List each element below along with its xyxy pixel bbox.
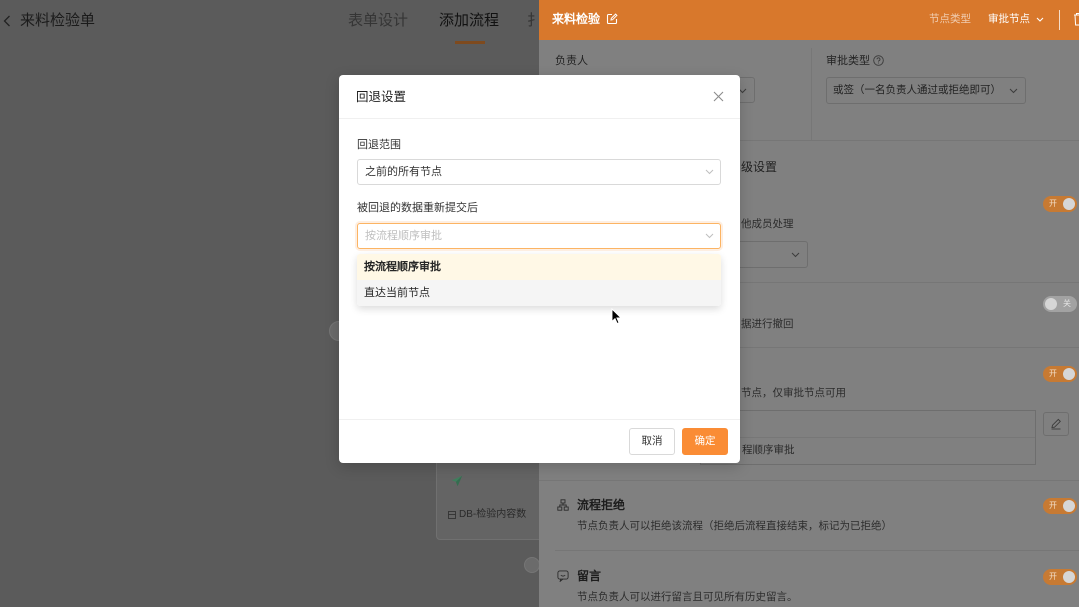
approval-type-label: 审批类型 bbox=[826, 55, 870, 67]
toggle-label: 开 bbox=[1049, 501, 1057, 510]
chevron-down-icon bbox=[791, 252, 800, 258]
resubmit-dropdown: 按流程顺序审批 直达当前节点 bbox=[357, 254, 721, 306]
rollback-range-select[interactable]: 之前的所有节点 bbox=[357, 159, 721, 185]
option-label: 直达当前节点 bbox=[364, 287, 430, 299]
rollback-edit-button[interactable] bbox=[1043, 412, 1069, 436]
setting-toggle-1[interactable]: 关 bbox=[1043, 296, 1077, 312]
comment-title: 留言 bbox=[577, 569, 602, 583]
column-divider bbox=[811, 48, 812, 140]
edit-icon[interactable] bbox=[606, 13, 618, 25]
rollback-range-value: 之前的所有节点 bbox=[365, 166, 442, 178]
chevron-down-icon bbox=[1009, 88, 1018, 94]
chevron-down-icon[interactable] bbox=[1036, 17, 1044, 22]
message-icon bbox=[557, 570, 569, 582]
rollback-summary-value: 程顺序审批 bbox=[742, 444, 795, 456]
row-divider bbox=[539, 480, 1079, 481]
confirm-button[interactable]: 确定 bbox=[682, 428, 728, 455]
summary-row-divider bbox=[701, 437, 1035, 438]
chevron-left-icon[interactable] bbox=[3, 15, 11, 27]
drawer-header: 来料检验 节点类型 审批节点 bbox=[539, 0, 1079, 40]
chevron-down-icon bbox=[705, 169, 714, 175]
toggle-knob bbox=[1063, 368, 1075, 380]
option-sequential-approval[interactable]: 按流程顺序审批 bbox=[357, 254, 721, 280]
chevron-down-icon bbox=[705, 233, 714, 239]
comment-desc: 节点负责人可以进行留言且可见所有历史留言。 bbox=[577, 591, 798, 603]
process-reject-toggle[interactable]: 开 bbox=[1043, 498, 1077, 514]
send-icon bbox=[451, 475, 463, 487]
rollback-range-label: 回退范围 bbox=[357, 139, 401, 151]
owner-label: 负责人 bbox=[555, 55, 588, 67]
advanced-settings-title: 级设置 bbox=[741, 160, 778, 174]
branch-icon bbox=[557, 499, 569, 511]
close-icon[interactable] bbox=[713, 91, 724, 102]
approval-type-value: 或签（一名负责人通过或拒绝即可） bbox=[833, 84, 1001, 96]
setting-desc-0: 他成员处理 bbox=[741, 218, 794, 230]
rollback-settings-modal: 回退设置 回退范围 之前的所有节点 被回退的数据重新提交后 按流程顺序审批 按流… bbox=[339, 75, 740, 463]
resubmit-label: 被回退的数据重新提交后 bbox=[357, 202, 478, 214]
row-divider bbox=[555, 550, 1079, 551]
process-reject-desc: 节点负责人可以拒绝该流程（拒绝后流程直接结束，标记为已拒绝） bbox=[577, 520, 892, 532]
option-label: 按流程顺序审批 bbox=[364, 261, 441, 273]
active-tab-indicator bbox=[455, 41, 485, 44]
header-divider bbox=[1059, 10, 1060, 30]
tab-form-design[interactable]: 表单设计 bbox=[348, 12, 408, 30]
node-type-label: 节点类型 bbox=[929, 13, 971, 25]
toggle-label: 开 bbox=[1049, 572, 1057, 581]
mouse-cursor-icon bbox=[611, 308, 622, 325]
cancel-button[interactable]: 取消 bbox=[629, 428, 675, 455]
toggle-label: 关 bbox=[1063, 299, 1071, 308]
toggle-knob bbox=[1063, 500, 1075, 512]
database-icon bbox=[448, 511, 456, 519]
modal-header-divider bbox=[339, 118, 740, 119]
toggle-label: 开 bbox=[1049, 199, 1057, 208]
toggle-knob bbox=[1063, 571, 1075, 583]
node-type-select[interactable]: 审批节点 bbox=[988, 12, 1030, 26]
setting-desc-1: 据进行撤回 bbox=[741, 318, 794, 330]
node-field-label: DB-检验内容数 bbox=[459, 509, 527, 520]
resubmit-select[interactable]: 按流程顺序审批 bbox=[357, 223, 721, 249]
rollback-summary-box: 程顺序审批 bbox=[700, 410, 1036, 465]
comment-toggle[interactable]: 开 bbox=[1043, 569, 1077, 585]
help-circle-icon[interactable] bbox=[873, 55, 884, 66]
modal-title: 回退设置 bbox=[356, 90, 407, 104]
option-direct-to-current-node[interactable]: 直达当前节点 bbox=[357, 280, 721, 306]
drawer-title[interactable]: 来料检验 bbox=[552, 11, 600, 27]
process-reject-title: 流程拒绝 bbox=[577, 498, 626, 512]
rollback-desc: 节点，仅审批节点可用 bbox=[741, 387, 846, 399]
toggle-knob bbox=[1045, 298, 1057, 310]
rollback-toggle[interactable]: 开 bbox=[1043, 366, 1077, 382]
approval-type-select[interactable]: 或签（一名负责人通过或拒绝即可） bbox=[826, 77, 1026, 104]
toggle-label: 开 bbox=[1049, 369, 1057, 378]
setting-toggle-0[interactable]: 开 bbox=[1043, 196, 1077, 212]
flow-connector-dot[interactable] bbox=[524, 557, 540, 573]
page-title: 来料检验单 bbox=[20, 12, 96, 29]
resubmit-placeholder: 按流程顺序审批 bbox=[365, 230, 442, 242]
tab-add-process[interactable]: 添加流程 bbox=[439, 12, 499, 30]
toggle-knob bbox=[1063, 198, 1075, 210]
trash-icon[interactable] bbox=[1073, 12, 1079, 26]
modal-footer-divider bbox=[339, 419, 740, 420]
